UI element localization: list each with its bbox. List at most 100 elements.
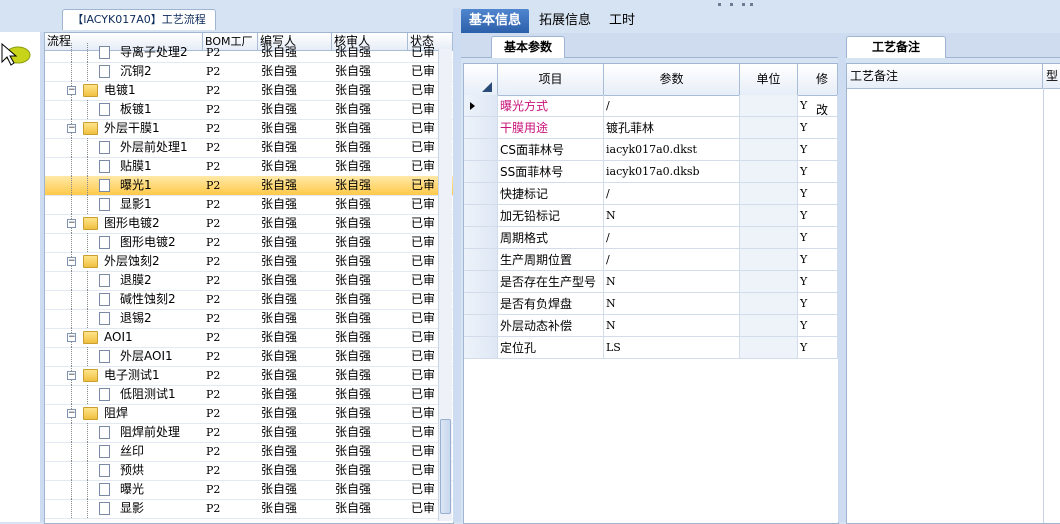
row-header[interactable] (464, 227, 498, 249)
param-unit-cell[interactable] (740, 315, 798, 337)
param-unit-cell[interactable] (740, 161, 798, 183)
row-header[interactable] (464, 337, 498, 359)
cursor-arrow-icon[interactable] (0, 38, 38, 78)
param-value-cell[interactable]: LS (604, 337, 740, 359)
tree-row[interactable]: − 图形电镀2 P2 张自强 张自强 已审 (45, 214, 453, 234)
row-header[interactable] (464, 271, 498, 293)
param-modified-cell[interactable]: Y (798, 315, 838, 337)
tree-row[interactable]: − 外层蚀刻2 P2 张自强 张自强 已审 (45, 252, 453, 272)
tree-row[interactable]: 外层AOI1 P2 张自强 张自强 已审 (45, 347, 453, 367)
param-value-cell[interactable]: iacyk017a0.dkst (604, 139, 740, 161)
collapse-toggle-icon[interactable]: − (67, 409, 76, 418)
param-value-cell[interactable]: / (604, 183, 740, 205)
tab-extended-info[interactable]: 拓展信息 (531, 9, 599, 33)
tree-node-label[interactable]: 退膜2 (117, 271, 203, 290)
row-header[interactable] (464, 95, 498, 117)
param-modified-cell[interactable]: Y (798, 117, 838, 139)
row-header[interactable] (464, 117, 498, 139)
param-value-cell[interactable]: / (604, 227, 740, 249)
collapse-toggle-icon[interactable]: − (67, 333, 76, 342)
tree-row[interactable]: − 电子测试1 P2 张自强 张自强 已审 (45, 366, 453, 386)
tree-node-label[interactable]: AOI1 (101, 328, 203, 347)
row-header[interactable] (464, 161, 498, 183)
param-unit-cell[interactable] (740, 95, 798, 117)
param-unit-cell[interactable] (740, 293, 798, 315)
param-value-cell[interactable]: N (604, 315, 740, 337)
param-unit-cell[interactable] (740, 117, 798, 139)
tree-row[interactable]: − 外层干膜1 P2 张自强 张自强 已审 (45, 119, 453, 139)
param-modified-cell[interactable]: Y (798, 337, 838, 359)
param-modified-cell[interactable]: Y (798, 95, 838, 117)
tree-row[interactable]: 板镀1 P2 张自强 张自强 已审 (45, 100, 453, 120)
tree-node-label[interactable]: 外层干膜1 (101, 119, 203, 138)
tab-work-hours[interactable]: 工时 (601, 9, 643, 33)
tree-row[interactable]: − 阻焊 P2 张自强 张自强 已审 (45, 404, 453, 424)
col-header-value[interactable]: 参数 (604, 64, 740, 95)
row-header[interactable] (464, 183, 498, 205)
tree-row[interactable]: − 电镀1 P2 张自强 张自强 已审 (45, 81, 453, 101)
tree-node-label[interactable]: 曝光1 (117, 176, 203, 195)
param-modified-cell[interactable]: Y (798, 161, 838, 183)
tree-row[interactable]: 导离子处理2 P2 张自强 张自强 已审 (45, 43, 453, 63)
param-modified-cell[interactable]: Y (798, 227, 838, 249)
param-row[interactable]: 是否有负焊盘 N Y (464, 293, 838, 315)
collapse-toggle-icon[interactable]: − (67, 86, 76, 95)
row-header[interactable] (464, 315, 498, 337)
collapse-arrow-icon[interactable] (455, 338, 461, 350)
param-unit-cell[interactable] (740, 249, 798, 271)
col-header-modified[interactable]: 修改 (798, 64, 838, 117)
subtab-process-notes[interactable]: 工艺备注 (846, 36, 946, 58)
tree-row[interactable]: − AOI1 P2 张自强 张自强 已审 (45, 328, 453, 348)
tree-row[interactable]: 显影 P2 张自强 张自强 已审 (45, 499, 453, 519)
tree-node-label[interactable]: 图形电镀2 (101, 214, 203, 233)
tree-node-label[interactable]: 预烘 (117, 461, 203, 480)
param-row[interactable]: 定位孔 LS Y (464, 337, 838, 359)
tree-node-label[interactable]: 外层蚀刻2 (101, 252, 203, 271)
tree-node-label[interactable]: 板镀1 (117, 100, 203, 119)
param-row[interactable]: 外层动态补偿 N Y (464, 315, 838, 337)
collapse-toggle-icon[interactable]: − (67, 219, 76, 228)
param-row[interactable]: 加无铅标记 N Y (464, 205, 838, 227)
subtab-basic-params[interactable]: 基本参数 (491, 36, 565, 58)
tree-node-label[interactable]: 退锡2 (117, 309, 203, 328)
tree-node-label[interactable]: 外层AOI1 (117, 347, 203, 366)
tree-node-label[interactable]: 显影1 (117, 195, 203, 214)
param-row[interactable]: 生产周期位置 / Y (464, 249, 838, 271)
tree-node-label[interactable]: 外层前处理1 (117, 138, 203, 157)
param-unit-cell[interactable] (740, 183, 798, 205)
param-row[interactable]: 是否存在生产型号 N Y (464, 271, 838, 293)
collapse-toggle-icon[interactable]: − (67, 371, 76, 380)
tree-row[interactable]: 碱性蚀刻2 P2 张自强 张自强 已审 (45, 290, 453, 310)
tree-row[interactable]: 沉铜2 P2 张自强 张自强 已审 (45, 62, 453, 82)
param-value-cell[interactable]: 镀孔菲林 (604, 117, 740, 139)
tree-row[interactable]: 图形电镀2 P2 张自强 张自强 已审 (45, 233, 453, 253)
tree-row[interactable]: 丝印 P2 张自强 张自强 已审 (45, 442, 453, 462)
param-row[interactable]: 周期格式 / Y (464, 227, 838, 249)
param-value-cell[interactable]: iacyk017a0.dksb (604, 161, 740, 183)
param-row[interactable]: 干膜用途 镀孔菲林 Y (464, 117, 838, 139)
tree-node-label[interactable]: 碱性蚀刻2 (117, 290, 203, 309)
tree-node-label[interactable]: 贴膜1 (117, 157, 203, 176)
scrollbar-thumb[interactable] (440, 419, 451, 514)
row-header[interactable] (464, 249, 498, 271)
col-header-notes[interactable]: 工艺备注 (847, 64, 1043, 88)
param-row[interactable]: CS面菲林号 iacyk017a0.dkst Y (464, 139, 838, 161)
param-value-cell[interactable]: / (604, 95, 740, 117)
param-row[interactable]: 曝光方式 / Y (464, 95, 838, 117)
tree-row[interactable]: 曝光1 P2 张自强 张自强 已审 (45, 176, 453, 196)
param-unit-cell[interactable] (740, 139, 798, 161)
tree-node-label[interactable]: 电镀1 (101, 81, 203, 100)
param-value-cell[interactable]: N (604, 271, 740, 293)
tree-row[interactable]: 外层前处理1 P2 张自强 张自强 已审 (45, 138, 453, 158)
params-grid[interactable]: 项目 参数 单位 修改 曝光方式 / Y 干膜用途 镀孔菲林 Y CS面菲林号 iacyk01… (463, 63, 839, 524)
tree-node-label[interactable]: 低阻测试1 (117, 385, 203, 404)
param-unit-cell[interactable] (740, 227, 798, 249)
row-header[interactable] (464, 139, 498, 161)
tree-row[interactable]: 预烘 P2 张自强 张自强 已审 (45, 461, 453, 481)
col-header-item[interactable]: 项目 (498, 64, 604, 95)
param-row[interactable]: SS面菲林号 iacyk017a0.dksb Y (464, 161, 838, 183)
param-modified-cell[interactable]: Y (798, 293, 838, 315)
tree-node-label[interactable]: 丝印 (117, 442, 203, 461)
tree-node-label[interactable]: 阻焊 (101, 404, 203, 423)
param-unit-cell[interactable] (740, 337, 798, 359)
